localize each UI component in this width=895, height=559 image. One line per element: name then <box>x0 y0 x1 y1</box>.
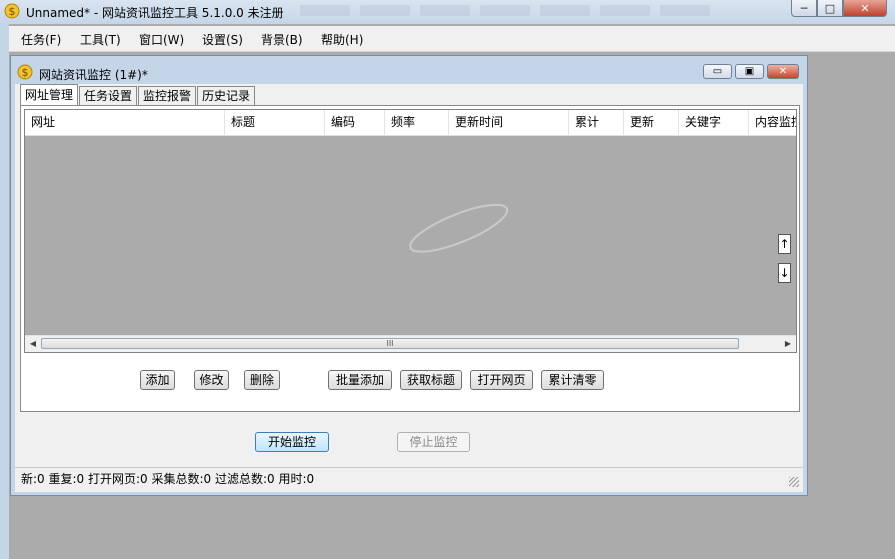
status-text: 新:0 重复:0 打开网页:0 采集总数:0 过滤总数:0 用时:0 <box>21 472 315 486</box>
watermark-logo-icon <box>409 203 509 253</box>
column-header-title[interactable]: 标题 <box>225 110 325 135</box>
batch-add-button[interactable]: 批量添加 <box>328 370 392 390</box>
menu-background[interactable]: 背景(B) <box>261 31 303 48</box>
app-close-button[interactable]: ✕ <box>843 0 887 17</box>
app-window-controls: ─ □ ✕ <box>791 0 887 17</box>
status-bar: 新:0 重复:0 打开网页:0 采集总数:0 过滤总数:0 用时:0 <box>15 467 803 490</box>
app-logo-icon: $ <box>4 3 20 19</box>
column-header-url[interactable]: 网址 <box>25 110 225 135</box>
child-window-controls: ▭ ▣ ✕ <box>703 64 799 79</box>
tab-url-management[interactable]: 网址管理 <box>20 84 79 105</box>
reset-count-button[interactable]: 累计清零 <box>541 370 604 390</box>
move-up-arrow-icon[interactable]: ↑ <box>778 234 791 254</box>
delete-button[interactable]: 删除 <box>244 370 280 390</box>
menu-bar: 任务(F) 工具(T) 窗口(W) 设置(S) 背景(B) 帮助(H) <box>9 26 895 52</box>
fetch-title-button[interactable]: 获取标题 <box>400 370 462 390</box>
grid-header: 网址 标题 编码 频率 更新时间 累计 更新 关键字 内容监控 <box>25 110 796 136</box>
child-close-button[interactable]: ✕ <box>767 64 799 79</box>
column-header-encoding[interactable]: 编码 <box>325 110 385 135</box>
child-logo-icon: $ <box>17 64 33 80</box>
child-title: 网站资讯监控 (1#)* <box>39 68 148 82</box>
menu-task[interactable]: 任务(F) <box>21 31 61 48</box>
stop-monitor-button[interactable]: 停止监控 <box>397 432 470 452</box>
app-minimize-button[interactable]: ─ <box>791 0 817 17</box>
tab-strip: 网址管理 任务设置 监控报警 历史记录 <box>20 84 256 105</box>
app-maximize-button[interactable]: □ <box>817 0 843 17</box>
start-monitor-button[interactable]: 开始监控 <box>255 432 329 452</box>
svg-text:$: $ <box>9 5 16 18</box>
scroll-left-arrow-icon[interactable]: ◀ <box>25 337 41 351</box>
column-header-content-monitor[interactable]: 内容监控 <box>749 110 796 135</box>
background-taskbar-ghost <box>300 5 720 19</box>
menu-window[interactable]: 窗口(W) <box>139 31 184 48</box>
tab-history[interactable]: 历史记录 <box>197 86 256 105</box>
menu-tools[interactable]: 工具(T) <box>80 31 121 48</box>
column-header-total[interactable]: 累计 <box>569 110 624 135</box>
child-maximize-button[interactable]: ▣ <box>735 64 764 79</box>
app-title-bar: $ Unnamed* - 网站资讯监控工具 5.1.0.0 未注册 ─ □ ✕ <box>0 0 895 24</box>
url-grid[interactable]: 网址 标题 编码 频率 更新时间 累计 更新 关键字 内容监控 ↑ ↓ <box>24 109 797 353</box>
edit-button[interactable]: 修改 <box>194 370 229 390</box>
monitor-child-window: $ 网站资讯监控 (1#)* ▭ ▣ ✕ 网址管理 任务设置 监控报警 历史记录… <box>10 55 808 496</box>
open-page-button[interactable]: 打开网页 <box>470 370 533 390</box>
app-title: Unnamed* - 网站资讯监控工具 5.1.0.0 未注册 <box>26 6 284 20</box>
move-down-arrow-icon[interactable]: ↓ <box>778 263 791 283</box>
window-frame-left <box>0 24 9 559</box>
column-header-update-time[interactable]: 更新时间 <box>449 110 569 135</box>
child-body: 网址管理 任务设置 监控报警 历史记录 网址 标题 编码 频率 更新时间 累计 … <box>15 84 803 492</box>
tab-task-settings[interactable]: 任务设置 <box>79 86 138 105</box>
column-header-frequency[interactable]: 频率 <box>385 110 449 135</box>
pconline-watermark <box>401 191 519 272</box>
svg-text:$: $ <box>22 66 29 79</box>
menu-help[interactable]: 帮助(H) <box>321 31 363 48</box>
scroll-thumb[interactable]: III <box>41 338 739 349</box>
child-minimize-button[interactable]: ▭ <box>703 64 732 79</box>
column-header-updated[interactable]: 更新 <box>624 110 679 135</box>
column-header-keyword[interactable]: 关键字 <box>679 110 749 135</box>
add-button[interactable]: 添加 <box>140 370 175 390</box>
scroll-right-arrow-icon[interactable]: ▶ <box>780 337 796 351</box>
resize-grip-icon[interactable] <box>789 477 799 487</box>
url-management-panel: 网址 标题 编码 频率 更新时间 累计 更新 关键字 内容监控 ↑ ↓ <box>20 105 800 412</box>
grid-horizontal-scrollbar[interactable]: ◀ III ▶ <box>25 335 796 352</box>
child-title-bar: $ 网站资讯监控 (1#)* ▭ ▣ ✕ <box>11 56 807 82</box>
menu-settings[interactable]: 设置(S) <box>202 31 243 48</box>
tab-monitor-alert[interactable]: 监控报警 <box>138 86 197 105</box>
